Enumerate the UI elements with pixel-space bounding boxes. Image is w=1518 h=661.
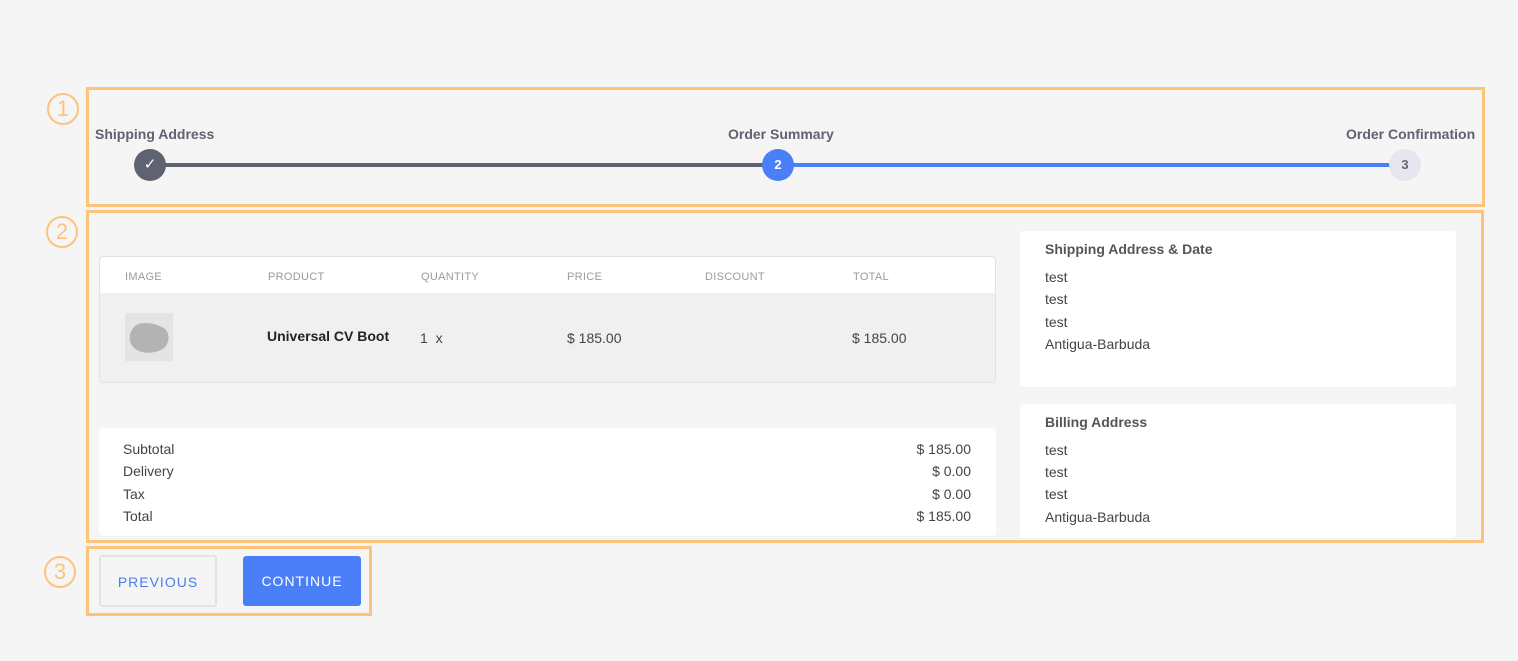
annotation-number-3: 3 <box>44 556 76 588</box>
stepper-line-active <box>778 163 1405 167</box>
tax-value: $ 0.00 <box>932 486 971 502</box>
total-label: Total <box>123 508 153 524</box>
shipping-address-title: Shipping Address & Date <box>1045 241 1213 257</box>
table-header: IMAGE PRODUCT QUANTITY PRICE DISCOUNT TO… <box>100 257 995 293</box>
shipping-address-line: test <box>1045 314 1068 330</box>
product-quantity: 1 x <box>420 330 443 346</box>
billing-address-line: test <box>1045 442 1068 458</box>
order-items-table: IMAGE PRODUCT QUANTITY PRICE DISCOUNT TO… <box>99 256 996 383</box>
product-image <box>125 313 173 361</box>
billing-address-country: Antigua-Barbuda <box>1045 509 1151 525</box>
quantity-value: 1 <box>420 330 428 346</box>
subtotal-value: $ 185.00 <box>916 441 972 457</box>
quantity-suffix: x <box>435 330 443 346</box>
shipping-address-line: test <box>1045 291 1068 307</box>
annotation-number-2: 2 <box>46 216 78 248</box>
delivery-value: $ 0.00 <box>932 463 971 479</box>
column-header-quantity: QUANTITY <box>421 271 480 283</box>
tax-label: Tax <box>123 486 145 502</box>
step-label-shipping-address: Shipping Address <box>95 126 215 142</box>
product-name: Universal CV Boot <box>267 328 390 344</box>
billing-address-line: test <box>1045 486 1068 502</box>
billing-address-line: test <box>1045 464 1068 480</box>
continue-button[interactable]: CONTINUE <box>243 556 361 606</box>
column-header-product: PRODUCT <box>268 271 325 283</box>
stepper-line-completed <box>150 163 778 167</box>
shipping-address-card: Shipping Address & Date test test test A… <box>1020 231 1456 387</box>
delivery-label: Delivery <box>123 463 174 479</box>
column-header-image: IMAGE <box>125 271 162 283</box>
step-label-order-confirmation: Order Confirmation <box>1346 126 1476 142</box>
shipping-address-line: test <box>1045 269 1068 285</box>
product-total: $ 185.00 <box>852 330 907 346</box>
column-header-discount: DISCOUNT <box>705 271 765 283</box>
previous-button[interactable]: PREVIOUS <box>99 555 217 607</box>
step-shipping-address-check-icon[interactable]: ✓ <box>134 149 166 181</box>
shipping-address-country: Antigua-Barbuda <box>1045 336 1151 352</box>
annotation-box-1 <box>86 87 1485 207</box>
product-price: $ 185.00 <box>567 330 622 346</box>
step-order-confirmation-marker[interactable]: 3 <box>1389 149 1421 181</box>
total-value: $ 185.00 <box>916 508 972 524</box>
column-header-price: PRICE <box>567 271 603 283</box>
billing-address-card: Billing Address test test test Antigua-B… <box>1020 404 1456 538</box>
step-order-summary-marker[interactable]: 2 <box>762 149 794 181</box>
step-label-order-summary: Order Summary <box>728 126 834 142</box>
annotation-number-1: 1 <box>47 93 79 125</box>
order-totals: Subtotal $ 185.00 Delivery $ 0.00 Tax $ … <box>99 428 996 536</box>
column-header-total: TOTAL <box>853 271 889 283</box>
billing-address-title: Billing Address <box>1045 414 1148 430</box>
subtotal-label: Subtotal <box>123 441 175 457</box>
